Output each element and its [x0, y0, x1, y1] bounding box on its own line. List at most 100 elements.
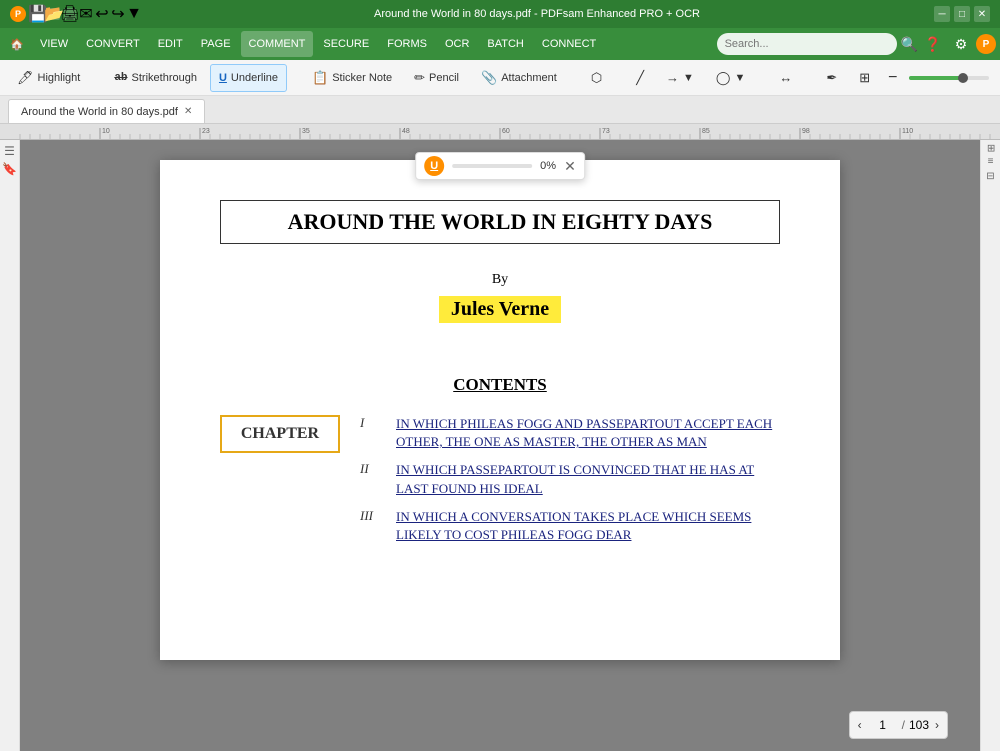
restore-button[interactable]: □ — [954, 6, 970, 22]
search-input[interactable] — [717, 33, 897, 55]
convert-menu-item[interactable]: CONVERT — [78, 31, 148, 57]
redo-btn[interactable]: ↪ — [112, 8, 124, 20]
help-button[interactable]: ❓ — [920, 31, 946, 57]
toc-num-3: III — [360, 508, 384, 544]
more-btn[interactable]: ▼ — [128, 8, 140, 20]
connect-menu-item[interactable]: CONNECT — [534, 31, 604, 57]
page-number-input[interactable] — [868, 718, 898, 732]
email-btn[interactable]: ✉ — [80, 8, 92, 20]
strikethrough-label: Strikethrough — [132, 72, 197, 84]
ocr-menu-item[interactable]: OCR — [437, 31, 477, 57]
zoom-slider[interactable] — [909, 76, 989, 80]
minimize-button[interactable]: ─ — [934, 6, 950, 22]
attachment-label: Attachment — [501, 72, 557, 84]
zoom-in-button[interactable]: + — [995, 64, 1000, 92]
popup-close-button[interactable]: ✕ — [564, 159, 576, 173]
shape-icon: ◯ — [716, 70, 731, 86]
pdf-page: AROUND THE WORLD IN EIGHTY DAYS By Jules… — [160, 160, 840, 660]
prev-page-button[interactable]: ‹ — [856, 718, 864, 732]
sticker-note-tool[interactable]: 📋 Sticker Note — [303, 64, 401, 92]
line-tool[interactable]: ╱ — [627, 64, 653, 92]
right-panel-toggle[interactable]: ⊞ — [985, 144, 996, 152]
settings-button[interactable]: ⚙ — [948, 31, 974, 57]
undo-btn[interactable]: ↩ — [96, 8, 108, 20]
svg-text:98: 98 — [802, 128, 810, 135]
main-area: ☰ 🔖 U 0% ✕ AROUND THE WORLD IN EIGHTY DA… — [0, 140, 1000, 751]
toc-item-3: III IN WHICH A CONVERSATION TAKES PLACE … — [360, 508, 780, 544]
print-btn[interactable]: 🖨 — [64, 8, 76, 20]
attachment-icon: 📎 — [481, 70, 497, 86]
zoom-slider-thumb[interactable] — [958, 73, 968, 83]
svg-text:48: 48 — [402, 128, 410, 135]
secure-menu-item[interactable]: SECURE — [315, 31, 377, 57]
pdf-author-wrapper: Jules Verne — [220, 296, 780, 355]
right-panel-icon-3[interactable]: ⊟ — [986, 171, 994, 182]
window-controls: ─ □ ✕ — [934, 6, 990, 22]
underline-progress-popup: U 0% ✕ — [415, 152, 585, 180]
left-sidebar: ☰ 🔖 — [0, 140, 20, 751]
underline-label: Underline — [231, 72, 278, 84]
arrow-tool[interactable]: →▼ — [657, 64, 703, 92]
toc-link-3[interactable]: IN WHICH A CONVERSATION TAKES PLACE WHIC… — [396, 508, 780, 544]
pdf-title-wrapper: AROUND THE WORLD IN EIGHTY DAYS — [220, 200, 780, 260]
redact-tool[interactable]: ⊞ — [850, 64, 879, 92]
app-icon: P — [10, 6, 26, 22]
bookmark-icon[interactable]: 🔖 — [2, 162, 17, 176]
pdf-tab[interactable]: Around the World in 80 days.pdf ✕ — [8, 99, 205, 123]
comment-menu-item[interactable]: COMMENT — [241, 31, 314, 57]
view-menu-item[interactable]: VIEW — [32, 31, 76, 57]
tab-label: Around the World in 80 days.pdf — [21, 106, 178, 118]
svg-text:60: 60 — [502, 128, 510, 135]
zoom-out-button[interactable]: − — [883, 64, 902, 92]
svg-text:35: 35 — [302, 128, 310, 135]
pdf-title: AROUND THE WORLD IN EIGHTY DAYS — [220, 200, 780, 244]
highlight-label: Highlight — [38, 72, 81, 84]
svg-text:10: 10 — [102, 128, 110, 135]
pdf-area[interactable]: U 0% ✕ AROUND THE WORLD IN EIGHTY DAYS B… — [20, 140, 980, 751]
strikethrough-tool[interactable]: ab Strikethrough — [105, 64, 206, 92]
window-title: Around the World in 80 days.pdf - PDFsam… — [140, 8, 934, 20]
save-btn[interactable]: 💾 — [32, 8, 44, 20]
stamp-tool[interactable]: ⬡ — [582, 64, 611, 92]
underline-tool[interactable]: U Underline — [210, 64, 287, 92]
progress-bar-container — [452, 164, 532, 168]
pencil-label: Pencil — [429, 72, 459, 84]
distance-tool[interactable]: ↔ — [770, 64, 801, 92]
close-button[interactable]: ✕ — [974, 6, 990, 22]
next-page-button[interactable]: › — [933, 718, 941, 732]
stamp-icon: ⬡ — [591, 70, 602, 86]
page-menu-item[interactable]: PAGE — [193, 31, 239, 57]
title-bar: P 💾 📂 🖨 ✉ ↩ ↪ ▼ Around the World in 80 d… — [0, 0, 1000, 28]
open-btn[interactable]: 📂 — [48, 8, 60, 20]
signature-tool[interactable]: ✒ — [817, 64, 846, 92]
highlight-tool[interactable]: 🖊 Highlight — [8, 64, 89, 92]
title-bar-left: P 💾 📂 🖨 ✉ ↩ ↪ ▼ — [10, 6, 140, 22]
edit-menu-item[interactable]: EDIT — [150, 31, 191, 57]
home-menu-item[interactable]: 🏠 — [4, 31, 30, 57]
user-avatar[interactable]: P — [976, 34, 996, 54]
svg-text:110: 110 — [902, 128, 913, 135]
underline-icon: U — [219, 72, 227, 84]
panel-toggle-icon[interactable]: ☰ — [4, 144, 15, 158]
sticker-note-icon: 📋 — [312, 70, 328, 86]
toc-link-1[interactable]: IN WHICH PHILEAS FOGG AND PASSEPARTOUT A… — [396, 415, 780, 451]
redact-icon: ⊞ — [859, 70, 870, 86]
highlight-icon: 🖊 — [17, 70, 34, 86]
search-button[interactable]: 🔍 — [901, 36, 918, 53]
forms-menu-item[interactable]: FORMS — [379, 31, 435, 57]
toc-num-2: II — [360, 461, 384, 497]
toc-num-1: I — [360, 415, 384, 451]
attachment-tool[interactable]: 📎 Attachment — [472, 64, 566, 92]
toc-link-2[interactable]: IN WHICH PASSEPARTOUT IS CONVINCED THAT … — [396, 461, 780, 497]
svg-text:73: 73 — [602, 128, 610, 135]
tab-close-button[interactable]: ✕ — [184, 106, 192, 117]
batch-menu-item[interactable]: BATCH — [479, 31, 531, 57]
toc-item-1: I IN WHICH PHILEAS FOGG AND PASSEPARTOUT… — [360, 415, 780, 451]
svg-text:85: 85 — [702, 128, 710, 135]
pencil-tool[interactable]: ✏ Pencil — [405, 64, 468, 92]
menu-toolbar: 🏠 VIEW CONVERT EDIT PAGE COMMENT SECURE … — [0, 28, 1000, 60]
zoom-area: − + 178% ▼ — [883, 64, 1000, 92]
line-icon: ╱ — [636, 70, 644, 86]
shape-tool[interactable]: ◯▼ — [707, 64, 754, 92]
right-panel-icon-2[interactable]: ≡ — [988, 156, 994, 167]
